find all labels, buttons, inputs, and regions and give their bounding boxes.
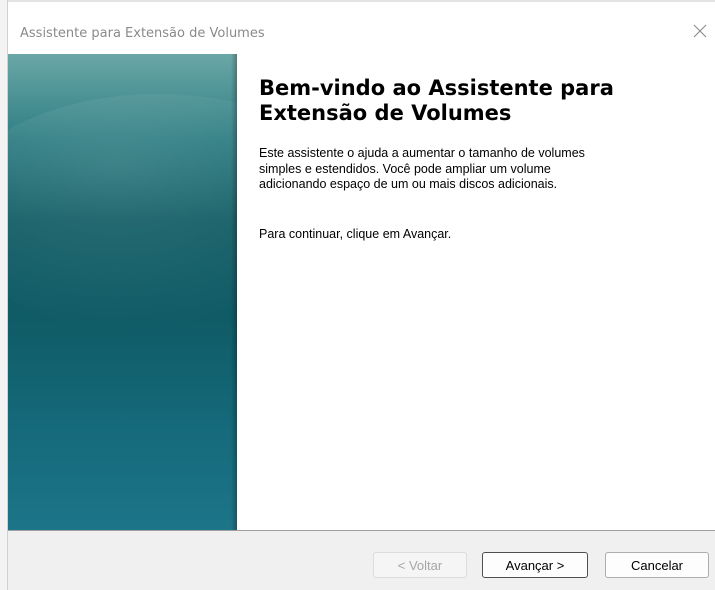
button-footer: < Voltar Avançar > Cancelar: [8, 531, 715, 590]
title-bar[interactable]: Assistente para Extensão de Volumes: [8, 2, 715, 54]
wizard-window: Assistente para Extensão de Volumes Bem-…: [0, 0, 715, 590]
close-button[interactable]: [685, 16, 715, 46]
banner-sheen: [8, 94, 237, 334]
welcome-content: Bem-vindo ao Assistente para Extensão de…: [259, 76, 699, 242]
next-button[interactable]: Avançar >: [482, 552, 588, 578]
window-title: Assistente para Extensão de Volumes: [20, 26, 265, 41]
wizard-side-banner: [8, 54, 237, 530]
welcome-description: Este assistente o ajuda a aumentar o tam…: [259, 146, 585, 191]
close-icon: [693, 24, 707, 38]
left-edge: [0, 0, 8, 590]
continue-hint: Para continuar, clique em Avançar.: [259, 226, 452, 241]
back-button[interactable]: < Voltar: [373, 552, 467, 578]
banner-shadow-edge: [231, 54, 237, 530]
welcome-heading: Bem-vindo ao Assistente para Extensão de…: [259, 76, 614, 125]
cancel-button[interactable]: Cancelar: [605, 552, 709, 578]
